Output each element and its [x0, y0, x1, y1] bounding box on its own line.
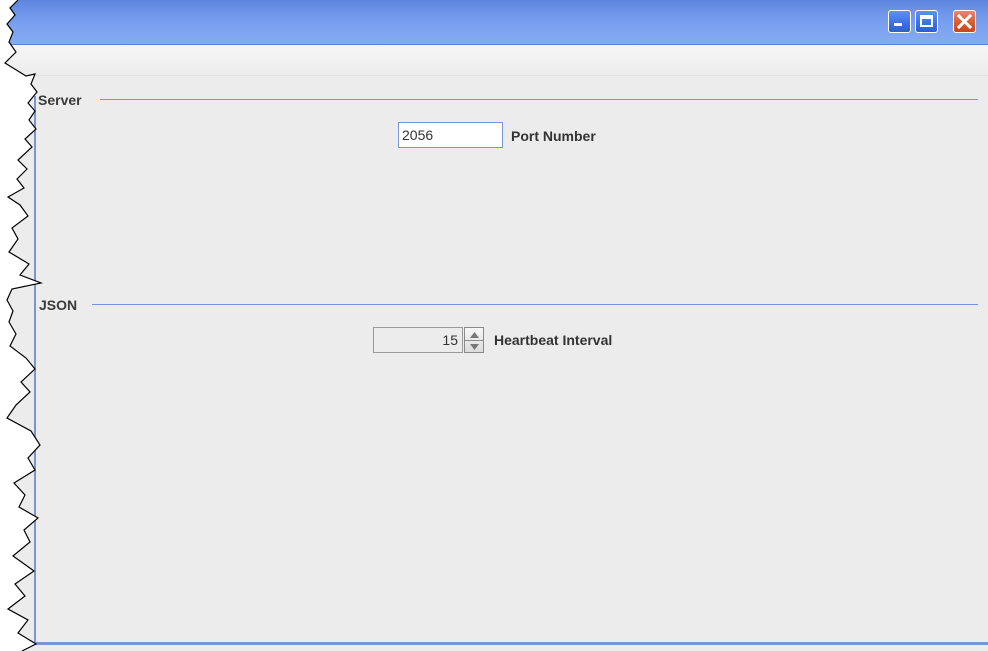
spinner-down-button[interactable]	[465, 340, 483, 352]
settings-panel	[0, 76, 988, 651]
minimize-button[interactable]	[888, 10, 911, 33]
heartbeat-interval-spinner[interactable]: 15	[373, 327, 484, 353]
heartbeat-interval-label: Heartbeat Interval	[494, 332, 613, 348]
server-group-line	[100, 99, 978, 100]
port-number-input[interactable]: 2056	[398, 122, 503, 148]
window-titlebar[interactable]	[0, 0, 988, 45]
json-group-line	[92, 304, 978, 305]
menu-bar	[0, 45, 988, 76]
heartbeat-interval-value[interactable]: 15	[373, 327, 463, 353]
spinner-arrow-buttons[interactable]	[464, 327, 484, 353]
json-group-title: JSON	[39, 297, 82, 313]
outer-left-border	[34, 96, 36, 644]
close-button[interactable]	[953, 10, 976, 33]
maximize-button[interactable]	[915, 10, 938, 33]
down-arrow-icon	[469, 337, 479, 355]
application-window: Server 2056 Port Number JSON 15 Heartbea…	[0, 0, 988, 651]
port-number-label: Port Number	[511, 128, 596, 144]
bottom-border	[34, 642, 988, 645]
server-group-title: Server	[38, 92, 86, 108]
